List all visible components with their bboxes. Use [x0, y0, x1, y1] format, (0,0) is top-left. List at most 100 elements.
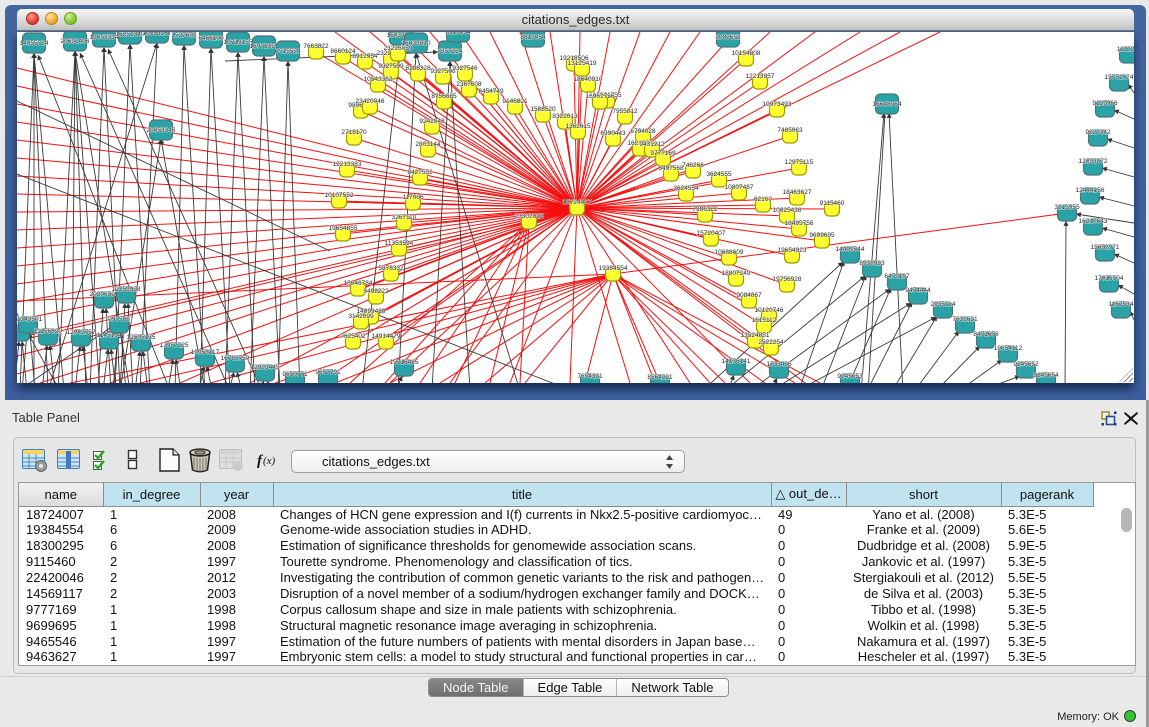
svg-text:12505135: 12505135 [127, 334, 156, 341]
svg-text:10107552: 10107552 [325, 192, 354, 199]
svg-text:5878332: 5878332 [378, 265, 404, 272]
svg-text:7986322: 7986322 [692, 206, 718, 213]
svg-text:12444156: 12444156 [1076, 187, 1105, 194]
svg-text:11343501: 11343501 [17, 316, 43, 323]
svg-text:3624555: 3624555 [706, 171, 732, 178]
svg-text:13524851: 13524851 [741, 332, 770, 339]
svg-text:1733426: 1733426 [766, 361, 792, 368]
svg-text:8756685: 8756685 [431, 93, 457, 100]
svg-text:3142099: 3142099 [348, 313, 374, 320]
svg-text:16210643: 16210643 [1079, 218, 1108, 225]
svg-text:9242848: 9242848 [419, 118, 445, 125]
svg-text:2718170: 2718170 [341, 129, 367, 136]
svg-text:8912954: 8912954 [352, 53, 378, 60]
svg-text:12359928: 12359928 [112, 286, 141, 293]
svg-text:62160: 62160 [754, 196, 772, 203]
svg-text:1527602: 1527602 [171, 32, 197, 39]
svg-text:9084067: 9084067 [736, 292, 762, 299]
svg-text:12213957: 12213957 [746, 73, 775, 80]
svg-text:9777169: 9777169 [650, 150, 676, 157]
svg-text:9146821: 9146821 [502, 98, 528, 105]
svg-text:12213383: 12213383 [333, 161, 362, 168]
svg-text:8938923: 8938923 [859, 260, 885, 267]
svg-text:10120746: 10120746 [755, 307, 784, 314]
svg-text:9498222: 9498222 [363, 288, 389, 295]
svg-text:7485063: 7485063 [777, 127, 803, 134]
svg-text:14409544: 14409544 [836, 246, 865, 253]
svg-text:10654112: 10654112 [994, 345, 1023, 352]
svg-text:9431212: 9431212 [639, 141, 665, 148]
svg-text:11353594: 11353594 [385, 240, 414, 247]
svg-text:2803144: 2803144 [415, 141, 441, 148]
svg-text:19654923: 19654923 [778, 247, 807, 254]
svg-text:6794028: 6794028 [630, 128, 656, 135]
svg-text:1362615: 1362615 [565, 123, 591, 130]
svg-text:3624554: 3624554 [673, 185, 699, 192]
svg-text:6466100: 6466100 [198, 35, 224, 42]
svg-text:10154808: 10154808 [732, 50, 761, 57]
svg-text:10719155: 10719155 [224, 39, 253, 46]
svg-text:10958117: 10958117 [191, 349, 220, 356]
svg-text:7955812: 7955812 [612, 108, 638, 115]
svg-text:8813054: 8813054 [520, 34, 546, 41]
svg-text:10543362: 10543362 [364, 76, 393, 83]
svg-text:13125419: 13125419 [568, 60, 597, 67]
svg-text:16782759: 16782759 [221, 355, 250, 362]
svg-text:2935114: 2935114 [931, 301, 956, 308]
svg-text:9245654: 9245654 [1033, 372, 1059, 379]
svg-text:10025438: 10025438 [773, 207, 802, 214]
svg-text:16648764: 16648764 [873, 101, 902, 108]
svg-text:9245653: 9245653 [837, 373, 863, 380]
svg-text:23420046: 23420046 [356, 98, 385, 105]
svg-text:19756928: 19756928 [773, 276, 802, 283]
svg-text:18807249: 18807249 [722, 270, 751, 277]
svg-text:15716485: 15716485 [390, 359, 419, 366]
svg-text:12093872: 12093872 [1079, 158, 1108, 165]
svg-text:9115460: 9115460 [820, 200, 845, 207]
svg-text:8186328: 8186328 [405, 65, 431, 72]
svg-text:7515524: 7515524 [275, 48, 301, 55]
svg-text:15720407: 15720407 [697, 230, 726, 237]
svg-text:746266: 746266 [682, 162, 704, 169]
svg-text:17957225: 17957225 [160, 342, 189, 349]
svg-text:10973493: 10973493 [763, 101, 792, 108]
svg-text:6479197: 6479197 [884, 273, 910, 280]
svg-text:1167534: 1167534 [1109, 301, 1134, 308]
svg-text:9245652: 9245652 [1013, 361, 1039, 368]
svg-text:8564221: 8564221 [647, 374, 673, 381]
svg-text:9129966: 9129966 [1092, 100, 1118, 107]
svg-text:19053334: 19053334 [90, 34, 119, 41]
svg-text:9650771: 9650771 [282, 371, 308, 378]
svg-text:15692971: 15692971 [1091, 244, 1120, 251]
svg-text:17016504: 17016504 [1095, 275, 1124, 282]
svg-text:15751074: 15751074 [1105, 74, 1134, 81]
svg-text:18463627: 18463627 [783, 189, 812, 196]
svg-text:9227342: 9227342 [1085, 129, 1111, 136]
svg-text:9657791: 9657791 [315, 369, 341, 376]
svg-text:19384554: 19384554 [599, 265, 628, 272]
svg-text:16961756: 16961756 [586, 93, 615, 100]
svg-text:10046784: 10046784 [344, 280, 373, 287]
svg-text:20053346: 20053346 [147, 127, 176, 134]
svg-text:20691406: 20691406 [61, 38, 90, 45]
svg-text:6497568: 6497568 [658, 165, 684, 172]
svg-text:23302023: 23302023 [515, 213, 544, 220]
svg-text:14136141: 14136141 [722, 358, 751, 365]
svg-text:10807487: 10807487 [725, 184, 754, 191]
svg-text:8322013: 8322013 [552, 113, 578, 120]
svg-text:10688609: 10688609 [715, 249, 744, 256]
svg-text:16251349: 16251349 [116, 32, 145, 38]
svg-text:18495756: 18495756 [785, 220, 814, 227]
svg-text:11156829: 11156829 [34, 328, 62, 335]
svg-text:12942757: 12942757 [67, 329, 96, 336]
svg-text:18724007: 18724007 [563, 199, 592, 206]
svg-text:8427552: 8427552 [407, 169, 433, 176]
svg-text:18640910: 18640910 [574, 76, 603, 83]
svg-text:7632621: 7632621 [952, 316, 978, 323]
svg-text:12923445: 12923445 [251, 364, 280, 371]
svg-text:2522254: 2522254 [758, 339, 784, 346]
svg-text:9327509: 9327509 [378, 63, 404, 70]
svg-text:117006: 117006 [402, 194, 424, 201]
svg-text:7625402: 7625402 [340, 333, 366, 340]
svg-text:1588520: 1588520 [530, 106, 556, 113]
